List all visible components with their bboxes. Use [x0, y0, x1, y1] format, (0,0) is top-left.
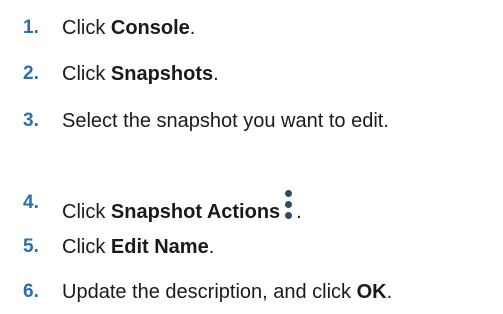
step-number: 1. [23, 17, 39, 38]
step-number: 3. [23, 110, 39, 131]
step-text: Click Console. [62, 17, 196, 39]
step-number: 4. [23, 192, 39, 213]
ui-term: Snapshot Actions [110, 201, 281, 223]
step-number: 5. [23, 236, 39, 257]
step-number: 6. [23, 281, 39, 302]
step-text: Click Snapshots. [62, 63, 219, 85]
ui-term: Snapshots [110, 63, 214, 85]
ui-term: Console [110, 17, 190, 39]
step-text: Select the snapshot you want to edit. [62, 110, 389, 132]
step-text: Click Edit Name. [62, 236, 215, 258]
step-text: Update the description, and click OK. [62, 281, 393, 303]
step-number: 2. [23, 63, 39, 84]
step-text: Click Snapshot Actions. [62, 188, 302, 227]
ui-term: OK [356, 281, 387, 303]
kebab-menu-icon [282, 188, 296, 222]
ui-term: Edit Name [110, 236, 209, 258]
